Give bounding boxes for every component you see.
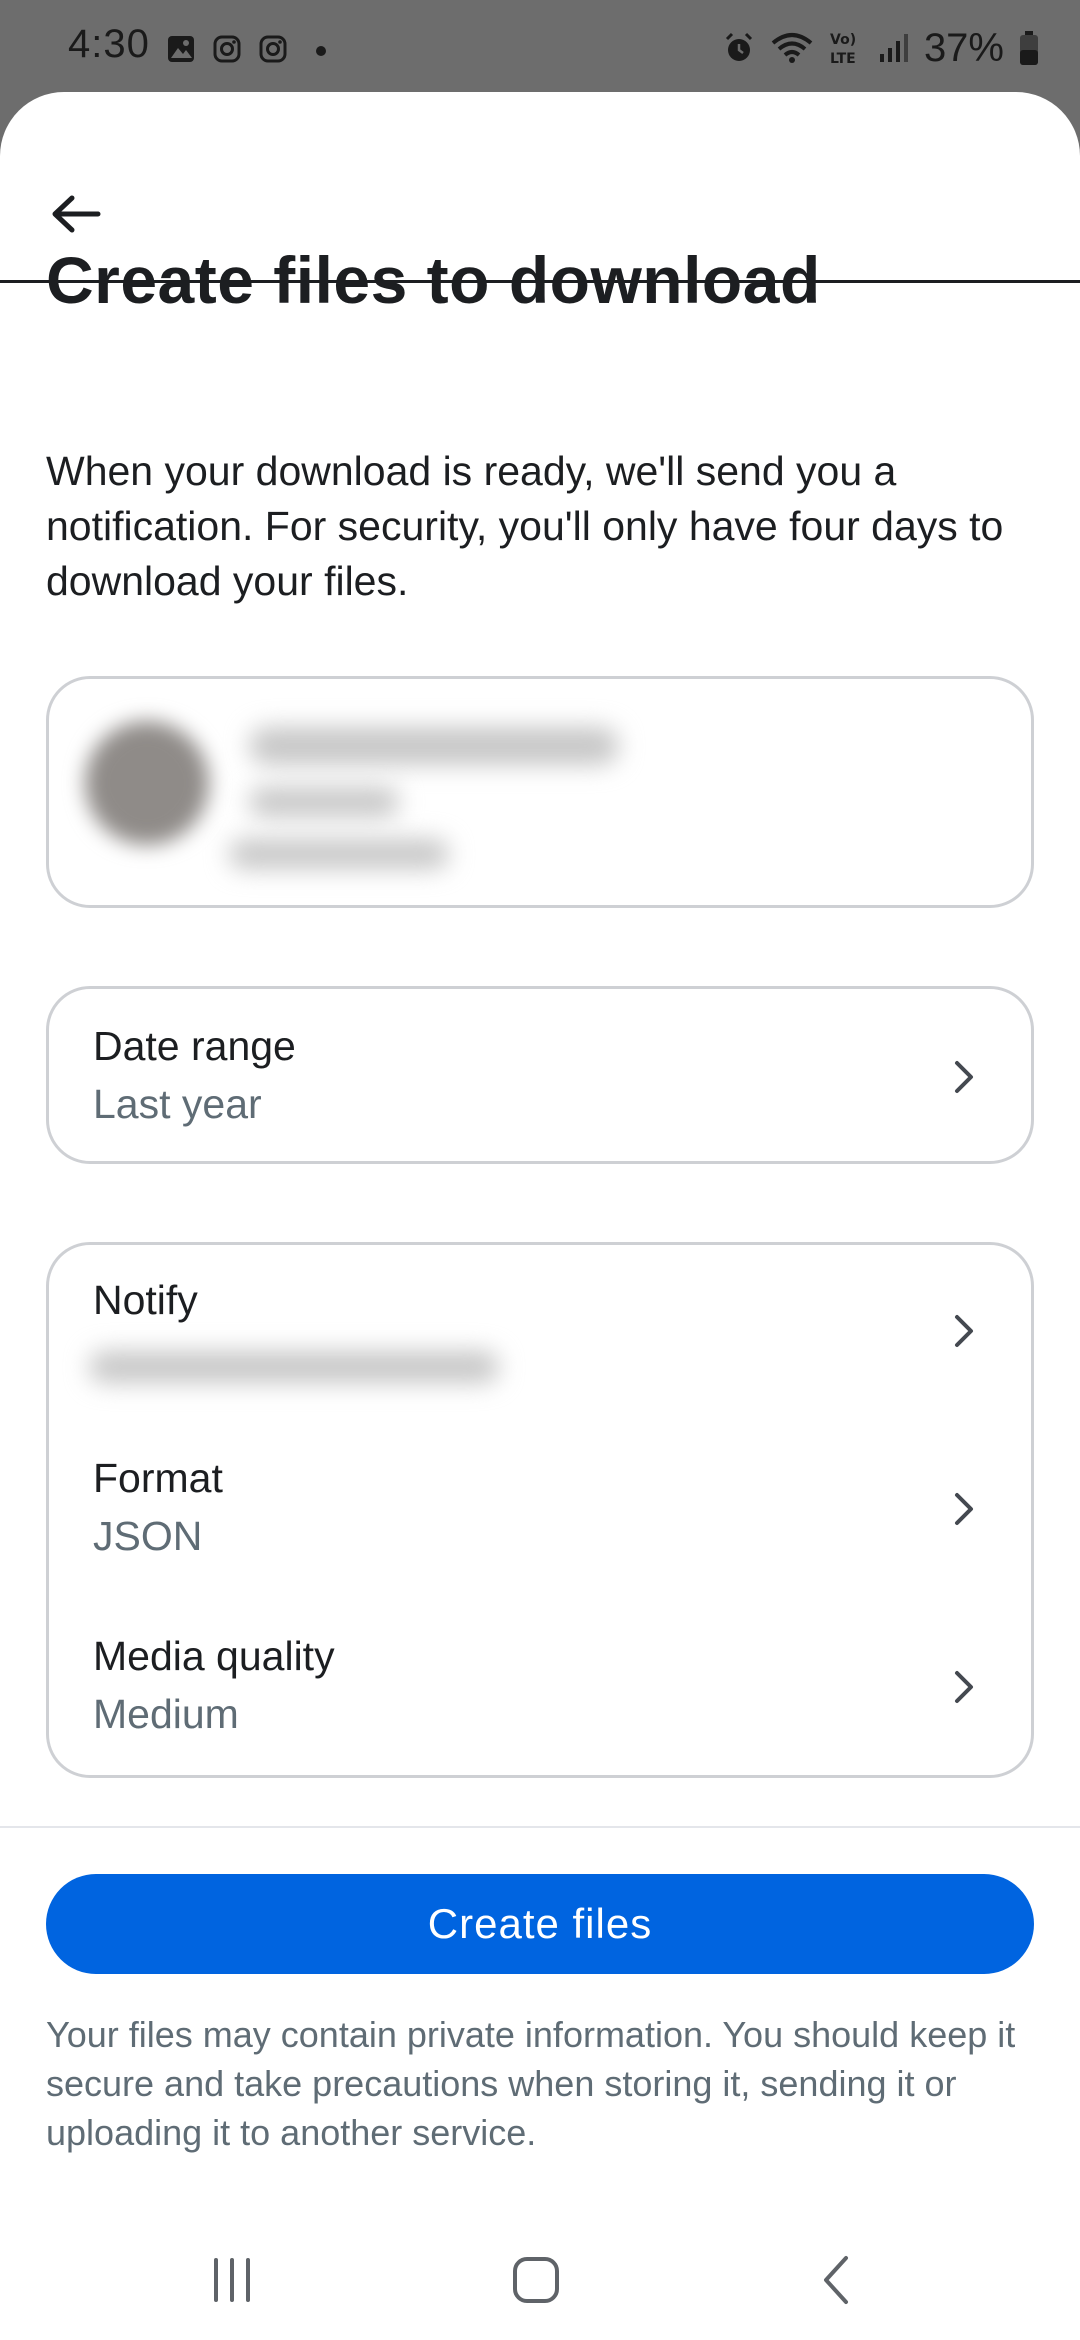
- date-range-label: Date range: [93, 1023, 296, 1069]
- chevron-right-icon: [955, 1493, 973, 1525]
- home-icon[interactable]: [506, 2250, 566, 2310]
- svg-text:LTE: LTE: [830, 51, 856, 67]
- status-bar: 4:30 Vo) LTE 37%: [0, 0, 1080, 100]
- account-detail-redacted: [249, 787, 399, 817]
- footer-divider: [0, 1826, 1080, 1828]
- create-files-button[interactable]: Create files: [46, 1874, 1034, 1974]
- notify-label: Notify: [93, 1277, 198, 1323]
- signal-icon: [879, 34, 908, 62]
- svg-text:Vo): Vo): [830, 32, 856, 48]
- chevron-right-icon: [955, 1671, 973, 1703]
- wifi-icon: [771, 33, 813, 63]
- bottom-sheet: [0, 92, 1080, 2340]
- recent-apps-icon[interactable]: [202, 2250, 262, 2310]
- notify-row[interactable]: Notify: [49, 1265, 1031, 1385]
- export-options-card: Notify Format JSON Media quality Medium: [46, 1242, 1034, 1778]
- volte-icon: Vo) LTE: [830, 32, 856, 67]
- media-quality-value: Medium: [93, 1691, 239, 1737]
- media-quality-row[interactable]: Media quality Medium: [49, 1623, 1031, 1743]
- account-card[interactable]: [46, 676, 1034, 908]
- back-button[interactable]: [44, 182, 108, 246]
- battery-icon: [1020, 31, 1038, 65]
- format-row[interactable]: Format JSON: [49, 1445, 1031, 1565]
- date-range-value: Last year: [93, 1081, 262, 1127]
- chevron-right-icon: [955, 1061, 973, 1093]
- page-title: Create files to download: [46, 243, 821, 317]
- back-nav-icon[interactable]: [808, 2250, 868, 2310]
- notify-value-redacted: [89, 1351, 499, 1383]
- status-indicators: Vo) LTE 37%: [722, 20, 1040, 76]
- privacy-disclaimer: Your files may contain private informati…: [46, 2014, 1016, 2153]
- image-icon: [168, 36, 194, 62]
- instagram-icon: [213, 35, 241, 63]
- avatar: [85, 721, 209, 845]
- arrow-left-icon: [52, 195, 101, 233]
- date-range-card[interactable]: Date range Last year: [46, 986, 1034, 1164]
- system-navigation-bar: [0, 2220, 1080, 2340]
- media-quality-label: Media quality: [93, 1633, 335, 1679]
- battery-percent: 37%: [923, 25, 1004, 70]
- account-name-redacted: [249, 727, 619, 765]
- alarm-icon: [725, 32, 752, 61]
- status-time: 4:30: [68, 22, 150, 66]
- account-detail-redacted: [229, 839, 449, 869]
- format-label: Format: [93, 1455, 223, 1501]
- intro-text: When your download is ready, we'll send …: [46, 448, 1004, 604]
- format-value: JSON: [93, 1513, 203, 1559]
- dot-icon: [316, 46, 326, 56]
- instagram-icon: [259, 35, 287, 63]
- chevron-right-icon: [955, 1315, 973, 1347]
